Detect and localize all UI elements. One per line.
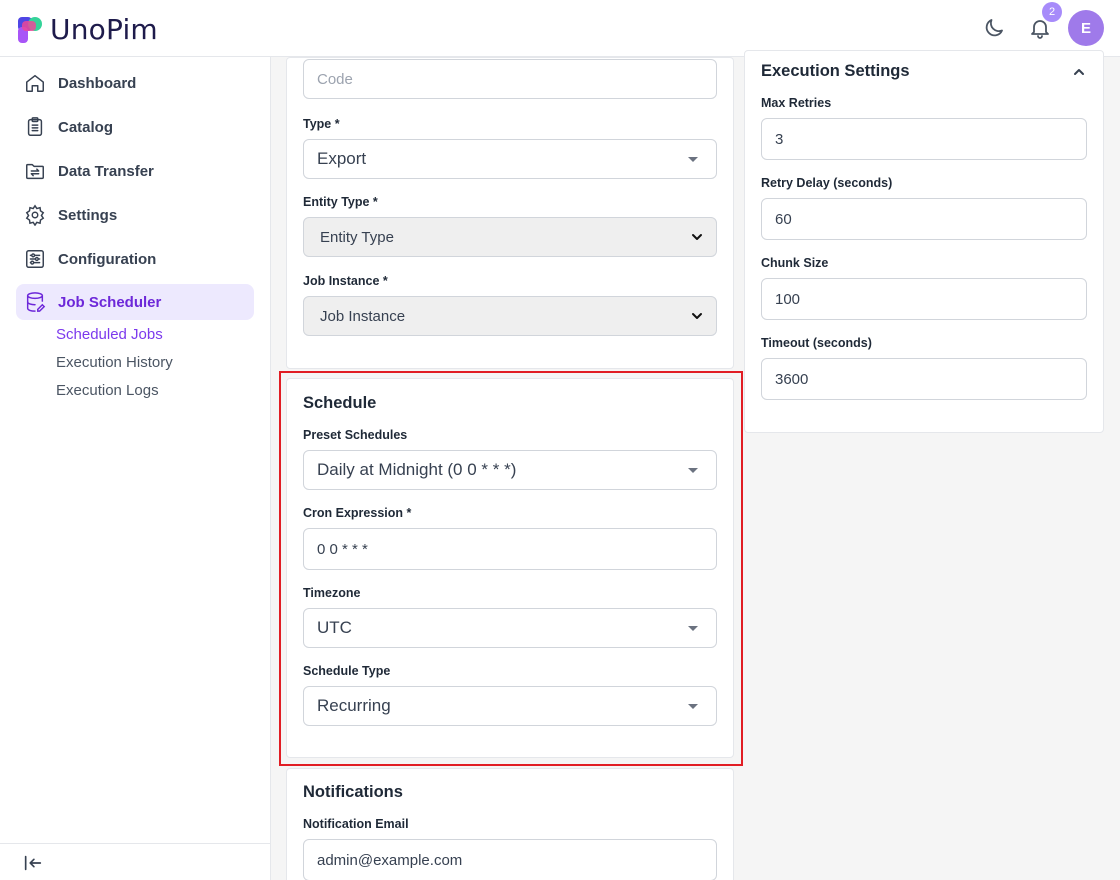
sidebar-subitem-scheduled-jobs[interactable]: Scheduled Jobs: [56, 326, 163, 343]
sliders-icon: [26, 250, 44, 268]
chunk-size-input[interactable]: 100: [761, 278, 1087, 320]
sidebar-subitem-execution-history[interactable]: Execution History: [56, 354, 173, 371]
sidebar-item-data-transfer[interactable]: Data Transfer: [16, 153, 254, 189]
retry-delay-value: 60: [775, 210, 792, 228]
dark-mode-toggle[interactable]: [980, 14, 1008, 42]
collapse-sidebar-icon[interactable]: [22, 852, 44, 874]
notification-email-input[interactable]: admin@example.com: [303, 839, 717, 880]
unopim-logo-icon: [18, 16, 42, 43]
sidebar-item-label: Dashboard: [58, 74, 137, 92]
sidebar-item-label: Data Transfer: [58, 162, 154, 180]
moon-icon: [985, 19, 1003, 37]
type-select[interactable]: Export: [303, 139, 717, 179]
logo[interactable]: UnoPim: [16, 13, 158, 46]
retry-delay-input[interactable]: 60: [761, 198, 1087, 240]
type-value: Export: [317, 149, 367, 168]
sidebar: Dashboard Catalog Data Transfer Settings…: [0, 57, 271, 880]
job-instance-value: Job Instance: [320, 307, 406, 325]
caret-down-icon: [688, 157, 698, 162]
clipboard-list-icon: [27, 117, 43, 136]
sidebar-footer: [0, 843, 270, 880]
top-header: UnoPim 2 E: [0, 0, 1120, 57]
gear-icon: [25, 204, 45, 226]
notification-email-label: Notification Email: [303, 817, 409, 831]
sidebar-item-label: Configuration: [58, 250, 157, 268]
entity-type-select[interactable]: Entity Type: [303, 217, 717, 257]
entity-type-label: Entity Type *: [303, 195, 378, 209]
folder-transfer-icon: [26, 163, 44, 180]
job-instance-label: Job Instance *: [303, 274, 388, 288]
sidebar-item-catalog[interactable]: Catalog: [16, 109, 254, 145]
chunk-size-label: Chunk Size: [761, 256, 829, 270]
type-label: Type *: [303, 117, 340, 131]
logo-text: UnoPim: [50, 13, 158, 46]
timeout-value: 3600: [775, 370, 809, 388]
job-instance-select[interactable]: Job Instance: [303, 296, 717, 336]
schedule-highlight-box: [279, 371, 743, 766]
execution-settings-title: Execution Settings: [761, 62, 910, 80]
sidebar-subitem-execution-logs[interactable]: Execution Logs: [56, 382, 159, 399]
notification-email-value: admin@example.com: [317, 851, 463, 869]
chevron-down-icon: [692, 313, 702, 319]
sidebar-item-label: Settings: [58, 206, 118, 224]
timeout-label: Timeout (seconds): [761, 336, 872, 350]
database-icon: [26, 292, 46, 312]
code-input[interactable]: Code: [303, 59, 717, 99]
max-retries-value: 3: [775, 130, 784, 148]
max-retries-input[interactable]: 3: [761, 118, 1087, 160]
chunk-size-value: 100: [775, 290, 801, 308]
retry-delay-label: Retry Delay (seconds): [761, 176, 893, 190]
max-retries-label: Max Retries: [761, 96, 832, 110]
chevron-down-icon: [692, 234, 702, 240]
sidebar-item-label: Catalog: [58, 118, 114, 136]
timeout-input[interactable]: 3600: [761, 358, 1087, 400]
sidebar-item-label: Job Scheduler: [58, 293, 162, 311]
user-avatar[interactable]: E: [1068, 10, 1104, 46]
notification-badge: 2: [1042, 2, 1062, 22]
sidebar-item-settings[interactable]: Settings: [16, 197, 254, 233]
sidebar-item-dashboard[interactable]: Dashboard: [16, 65, 254, 101]
home-icon: [26, 74, 44, 92]
sidebar-item-configuration[interactable]: Configuration: [16, 241, 254, 277]
entity-type-value: Entity Type: [320, 228, 394, 246]
sidebar-item-job-scheduler[interactable]: Job Scheduler: [16, 284, 254, 320]
notifications-title: Notifications: [303, 783, 403, 801]
code-placeholder: Code: [317, 70, 353, 88]
chevron-up-icon[interactable]: [1072, 65, 1086, 79]
